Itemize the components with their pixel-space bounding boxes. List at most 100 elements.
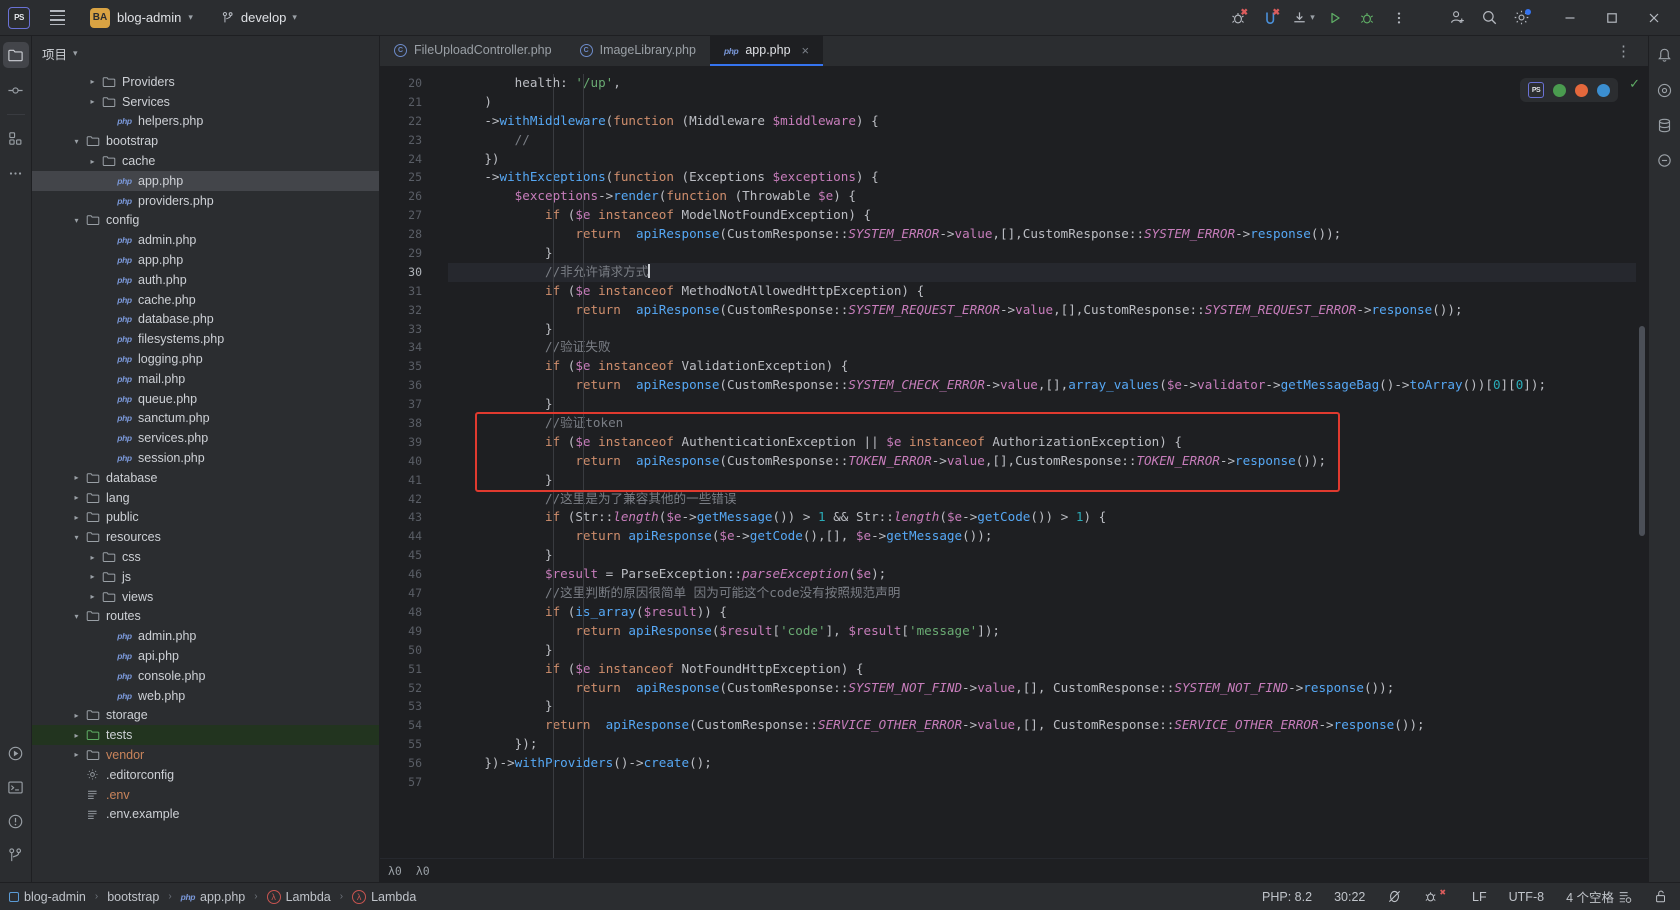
tree-item-providers-php[interactable]: php providers.php <box>32 191 379 211</box>
chevron-right-icon[interactable]: ▸ <box>86 157 99 166</box>
chevron-right-icon[interactable]: ▸ <box>86 572 99 581</box>
code-line[interactable]: } <box>448 395 1636 414</box>
breadcrumb-item-app-php[interactable]: php app.php <box>178 889 249 905</box>
main-menu-icon[interactable] <box>42 5 72 31</box>
chevron-right-icon[interactable]: ▸ <box>86 97 99 106</box>
code-line[interactable]: return apiResponse(CustomResponse::TOKEN… <box>448 452 1636 471</box>
code-line[interactable]: if (Str::length($e->getMessage()) > 1 &&… <box>448 508 1636 527</box>
inspections-off-icon[interactable] <box>1383 887 1406 906</box>
code-content[interactable]: health: '/up', ) ->withMiddleware(functi… <box>448 66 1636 858</box>
debug-error-icon[interactable]: ✖ <box>1224 4 1254 32</box>
minimize-button[interactable] <box>1550 3 1590 33</box>
terminal-icon[interactable] <box>3 774 29 800</box>
tree-item-web-php[interactable]: php web.php <box>32 686 379 706</box>
tree-item-cache-php[interactable]: php cache.php <box>32 290 379 310</box>
lambda-marker[interactable]: λ0 <box>416 864 430 878</box>
code-line[interactable]: return apiResponse(CustomResponse::SERVI… <box>448 716 1636 735</box>
code-line[interactable]: ->withExceptions(function (Exceptions $e… <box>448 168 1636 187</box>
tree-item-bootstrap[interactable]: ▾ bootstrap <box>32 131 379 151</box>
close-button[interactable] <box>1634 3 1674 33</box>
code-line[interactable]: //这里是为了兼容其他的一些错误 <box>448 490 1636 509</box>
tree-item-cache[interactable]: ▸ cache <box>32 151 379 171</box>
inspection-status-icon[interactable]: ✓ <box>1629 76 1640 92</box>
code-line[interactable]: } <box>448 641 1636 660</box>
code-line[interactable]: if ($e instanceof MethodNotAllowedHttpEx… <box>448 282 1636 301</box>
debug-widget-icon[interactable]: ✖ <box>1420 887 1454 906</box>
lambda-marker[interactable]: λ0 <box>388 864 402 878</box>
branch-selector[interactable]: develop ▾ <box>213 7 305 28</box>
breadcrumb-item-lambda[interactable]: λ Lambda <box>264 889 334 905</box>
tree-item-public[interactable]: ▸ public <box>32 508 379 528</box>
tree-item-services[interactable]: ▸ Services <box>32 92 379 112</box>
code-line[interactable]: })->withProviders()->create(); <box>448 754 1636 773</box>
indent-setting-widget[interactable]: 4 个空格 <box>1562 885 1636 908</box>
code-line[interactable]: return apiResponse($e->getCode(),[], $e-… <box>448 527 1636 546</box>
code-line[interactable]: } <box>448 320 1636 339</box>
debug-icon[interactable] <box>1352 4 1382 32</box>
tab-options-icon[interactable]: ⋮ <box>1610 42 1638 60</box>
code-line[interactable]: }) <box>448 150 1636 169</box>
build-icon[interactable] <box>1652 147 1678 173</box>
code-line[interactable]: if ($e instanceof NotFoundHttpException)… <box>448 660 1636 679</box>
tree-item-auth-php[interactable]: php auth.php <box>32 270 379 290</box>
tree-item-views[interactable]: ▸ views <box>32 587 379 607</box>
chevron-right-icon[interactable]: ▸ <box>70 731 83 740</box>
code-line[interactable]: if (is_array($result)) { <box>448 603 1636 622</box>
project-file-tree[interactable]: ▸ Providers ▸ Services php helpers.php ▾ bootst… <box>32 70 379 882</box>
tree-item-tests[interactable]: ▸ tests <box>32 725 379 746</box>
tree-item--env-example[interactable]: .env.example <box>32 804 379 824</box>
code-line[interactable] <box>448 773 1636 792</box>
tree-item-helpers-php[interactable]: php helpers.php <box>32 112 379 132</box>
tree-item-logging-php[interactable]: php logging.php <box>32 349 379 369</box>
code-line[interactable]: ) <box>448 93 1636 112</box>
chevron-down-icon[interactable]: ▾ <box>70 612 83 621</box>
code-line[interactable]: return apiResponse(CustomResponse::SYSTE… <box>448 225 1636 244</box>
tree-item--env[interactable]: .env <box>32 785 379 805</box>
code-line[interactable]: return apiResponse(CustomResponse::SYSTE… <box>448 301 1636 320</box>
code-line[interactable]: }); <box>448 735 1636 754</box>
code-with-me-icon[interactable]: ✖ <box>1256 4 1286 32</box>
project-selector[interactable]: BA blog-admin ▾ <box>82 5 201 31</box>
tree-item-session-php[interactable]: php session.php <box>32 448 379 468</box>
code-line[interactable]: $result = ParseException::parseException… <box>448 565 1636 584</box>
tree-item-app-php[interactable]: php app.php <box>32 250 379 270</box>
tree-item-css[interactable]: ▸ css <box>32 547 379 567</box>
more-actions-icon[interactable] <box>1384 4 1414 32</box>
database-icon[interactable] <box>1652 112 1678 138</box>
chevron-right-icon[interactable]: ▸ <box>86 592 99 601</box>
settings-icon[interactable] <box>1506 4 1536 32</box>
chevron-right-icon[interactable]: ▸ <box>70 513 83 522</box>
tree-item-admin-php[interactable]: php admin.php <box>32 626 379 646</box>
editor-floating-toolbar[interactable]: PS <box>1520 78 1618 102</box>
editor-tab-imagelibrary-php[interactable]: C ImageLibrary.php <box>566 36 710 66</box>
code-line[interactable]: return apiResponse($result['code'], $res… <box>448 622 1636 641</box>
sidebar-item-project[interactable] <box>2 42 29 68</box>
ps-mini-icon[interactable]: PS <box>1528 82 1544 98</box>
sidebar-item-more-tool-windows[interactable] <box>3 160 29 186</box>
chevron-down-icon[interactable]: ▾ <box>70 533 83 542</box>
chevron-right-icon[interactable]: ▸ <box>70 473 83 482</box>
code-line[interactable]: //非允许请求方式 <box>448 262 1636 282</box>
code-line[interactable]: health: '/up', <box>448 74 1636 93</box>
updates-icon[interactable]: ▾ <box>1288 4 1318 32</box>
read-only-toggle-icon[interactable] <box>1650 887 1672 906</box>
code-line[interactable]: // <box>448 131 1636 150</box>
code-line[interactable]: if ($e instanceof ValidationException) { <box>448 357 1636 376</box>
add-user-icon[interactable] <box>1442 4 1472 32</box>
tree-item-js[interactable]: ▸ js <box>32 567 379 587</box>
tree-item-vendor[interactable]: ▸ vendor <box>32 745 379 765</box>
code-line[interactable]: if ($e instanceof ModelNotFoundException… <box>448 206 1636 225</box>
chevron-down-icon[interactable]: ▾ <box>70 216 83 225</box>
caret-position-widget[interactable]: 30:22 <box>1330 888 1369 906</box>
editor-scrollbar[interactable] <box>1636 66 1648 858</box>
chevron-right-icon[interactable]: ▸ <box>86 553 99 562</box>
sidebar-item-commit[interactable] <box>3 77 29 103</box>
code-line[interactable]: if ($e instanceof AuthenticationExceptio… <box>448 433 1636 452</box>
tree-item-routes[interactable]: ▾ routes <box>32 607 379 627</box>
code-line[interactable]: //验证失败 <box>448 338 1636 357</box>
code-line[interactable]: return apiResponse(CustomResponse::SYSTE… <box>448 376 1636 395</box>
tree-item-app-php[interactable]: php app.php <box>32 170 379 191</box>
tree-item--editorconfig[interactable]: .editorconfig <box>32 765 379 785</box>
code-line[interactable]: //这里判断的原因很简单 因为可能这个code没有按照规范声明 <box>448 584 1636 603</box>
tree-item-sanctum-php[interactable]: php sanctum.php <box>32 409 379 429</box>
